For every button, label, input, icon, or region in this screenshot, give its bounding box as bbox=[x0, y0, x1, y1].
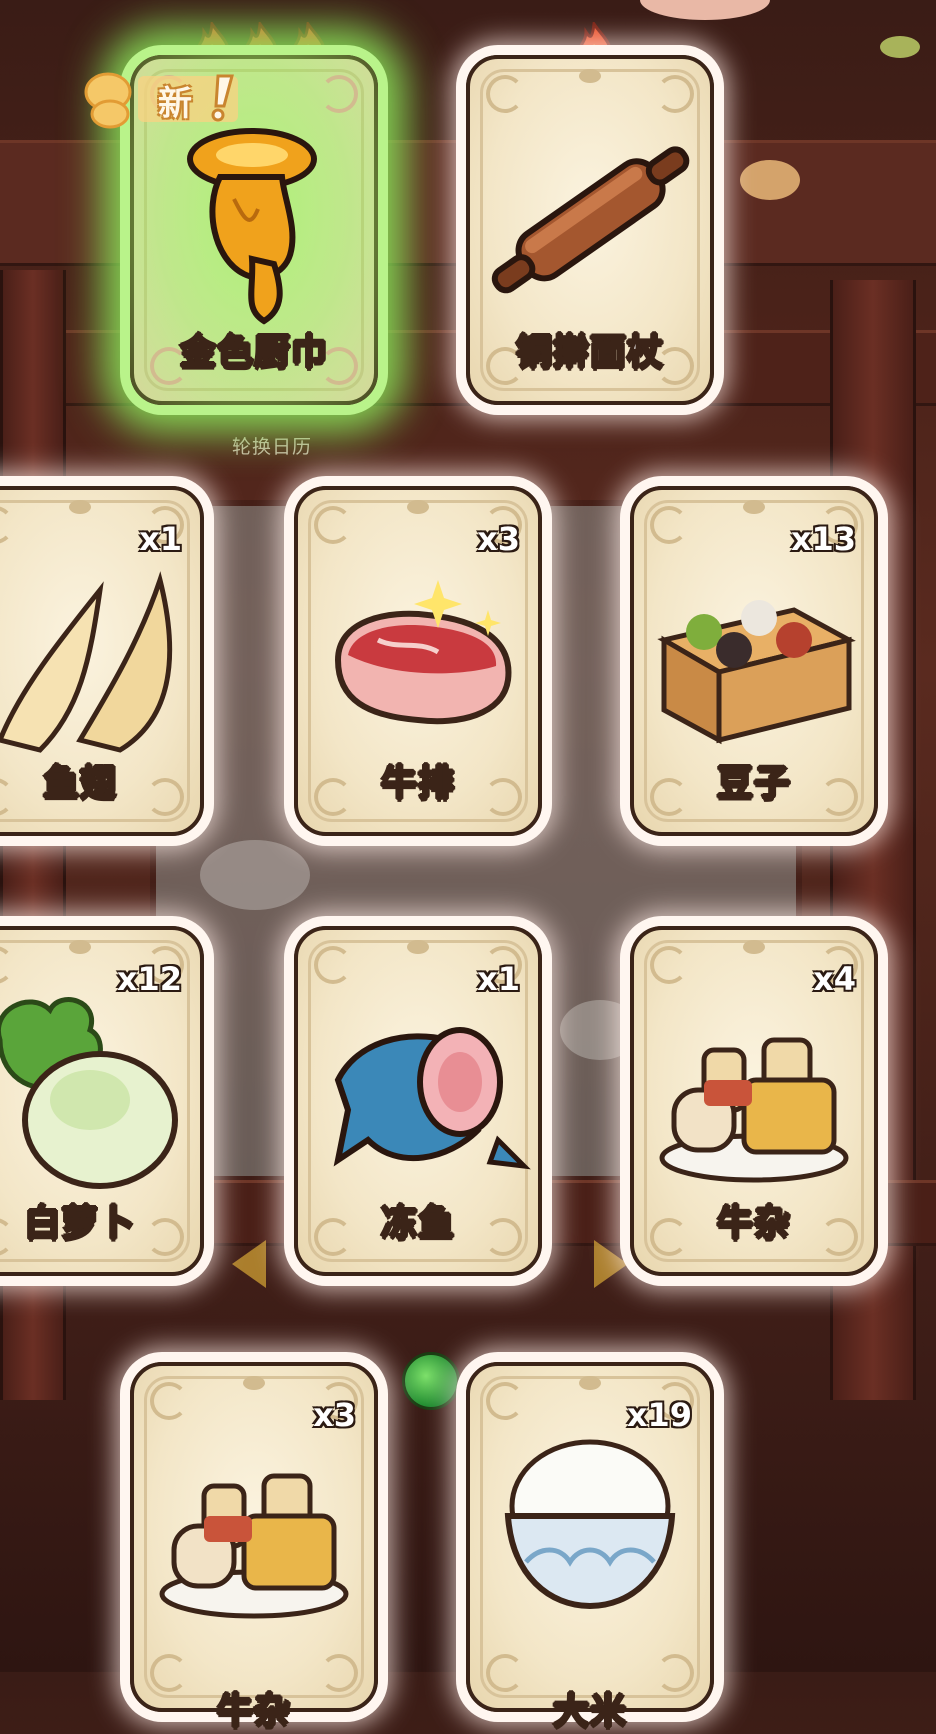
ingredient-name: 牛杂 bbox=[716, 1202, 791, 1245]
ingredient-name: 白萝卜 bbox=[23, 1202, 136, 1245]
new-badge: 新 bbox=[80, 70, 238, 129]
right-arrow-icon[interactable] bbox=[592, 1236, 632, 1292]
ingredient-name: 鱼翅 bbox=[42, 762, 117, 805]
item-count: x12 bbox=[116, 960, 182, 998]
item-count: x3 bbox=[313, 1396, 356, 1434]
butterfly-decoration bbox=[740, 160, 800, 200]
ingredient-card-radish[interactable]: x12 白萝卜 bbox=[0, 926, 204, 1276]
exclamation-icon bbox=[211, 74, 234, 122]
ingredient-name: 冻鱼 bbox=[380, 1202, 455, 1245]
item-count: x4 bbox=[813, 960, 856, 998]
ingredient-card-frozen-fish[interactable]: x1 冻鱼 bbox=[294, 926, 542, 1276]
tool-name: 金色厨巾 bbox=[179, 331, 328, 374]
item-count: x13 bbox=[790, 520, 856, 558]
ingredient-card-steak[interactable]: x3 牛排 bbox=[294, 486, 542, 836]
ingredient-name: 大米 bbox=[552, 1690, 627, 1733]
tool-name: 铜擀面杖 bbox=[515, 331, 664, 374]
ingredient-name: 豆子 bbox=[716, 762, 791, 805]
ingredient-name: 牛排 bbox=[380, 762, 455, 805]
ingredient-card-shark-fin[interactable]: x1 鱼翅 bbox=[0, 486, 204, 836]
green-gem-icon bbox=[402, 1352, 460, 1410]
ingredient-name: 牛杂 bbox=[216, 1690, 291, 1733]
new-badge-text: 新 bbox=[158, 84, 192, 124]
rotation-calendar-label: 轮换日历 bbox=[232, 436, 313, 458]
blossom-decoration bbox=[640, 0, 770, 20]
item-count: x1 bbox=[139, 520, 182, 558]
ingredient-card-beans[interactable]: x13 豆子 bbox=[630, 486, 878, 836]
item-count: x19 bbox=[626, 1396, 692, 1434]
left-arrow-icon[interactable] bbox=[228, 1236, 268, 1292]
item-count: x3 bbox=[477, 520, 520, 558]
tool-card-rolling-pin[interactable]: 铜擀面杖 bbox=[466, 55, 714, 405]
leaf-decoration bbox=[880, 36, 920, 58]
ingredient-card-beef-offal[interactable]: x3 牛杂 bbox=[130, 1362, 378, 1733]
ingredient-card-rice[interactable]: x19 大米 bbox=[466, 1362, 714, 1733]
ingredient-card-beef-offal[interactable]: x4 牛杂 bbox=[630, 926, 878, 1276]
item-count: x1 bbox=[477, 960, 520, 998]
